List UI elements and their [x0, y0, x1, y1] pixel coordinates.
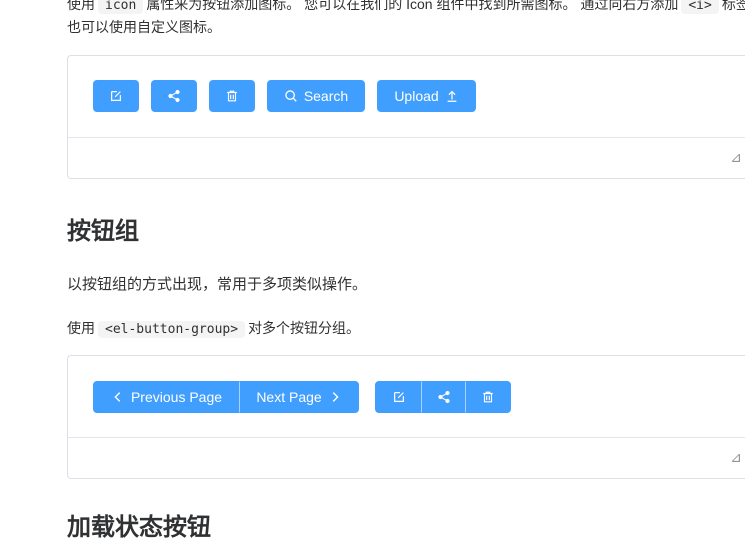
- arrow-right-icon: [332, 392, 339, 402]
- delete-icon: [483, 391, 493, 403]
- search-icon: [285, 90, 297, 102]
- group-delete-button[interactable]: [465, 381, 511, 413]
- demo-divider: [68, 137, 745, 138]
- group-edit-button[interactable]: [375, 381, 422, 413]
- search-button-label: Search: [303, 88, 349, 104]
- intro-text-end: 标签: [721, 0, 745, 12]
- usage-text: 使用: [67, 320, 95, 336]
- delete-button[interactable]: [209, 80, 255, 112]
- intro-text-mid: 属性来为按钮添加图标。 您可以在我们的 Icon 组件中找到所需图标。 通过向右…: [146, 0, 679, 12]
- edit-icon: [111, 91, 121, 101]
- demo-block-group: ⊿: [67, 355, 745, 479]
- group-share-button[interactable]: [421, 381, 466, 413]
- intro-code-icon: icon: [98, 0, 144, 14]
- intro-line-2: 也可以使用自定义图标。: [67, 19, 221, 35]
- search-button[interactable]: Search: [267, 80, 365, 112]
- next-page-label: Next Page: [256, 389, 322, 405]
- usage-code: <el-button-group>: [98, 321, 246, 338]
- section-title-button-group: 按钮组: [67, 218, 139, 245]
- demo-block-icons: ⊿: [67, 55, 745, 179]
- delete-icon: [227, 90, 237, 102]
- code-toggle-icon[interactable]: ⊿: [730, 149, 742, 166]
- share-button[interactable]: [151, 80, 197, 112]
- section-description: 以按钮组的方式出现，常用于多项类似操作。: [67, 276, 368, 293]
- code-toggle-icon[interactable]: ⊿: [730, 449, 742, 466]
- share-icon: [437, 390, 450, 404]
- section-usage: 使用 <el-button-group> 对多个按钮分组。: [67, 318, 360, 340]
- arrow-left-icon: [114, 392, 121, 402]
- upload-button[interactable]: Upload: [377, 80, 476, 112]
- share-icon: [168, 89, 180, 103]
- upload-button-label: Upload: [394, 88, 439, 104]
- demo-divider: [68, 437, 745, 438]
- usage-text-end: 对多个按钮分组。: [248, 320, 361, 336]
- intro-text: 使用: [67, 0, 95, 12]
- next-page-button[interactable]: Next Page: [239, 381, 359, 413]
- upload-icon: [447, 90, 457, 102]
- intro-line-1: 使用 icon 属性来为按钮添加图标。 您可以在我们的 Icon 组件中找到所需图标…: [67, 0, 745, 16]
- edit-button[interactable]: [93, 80, 139, 112]
- previous-page-label: Previous Page: [130, 389, 223, 405]
- section-title-loading: 加载状态按钮: [67, 514, 211, 541]
- intro-code-i: <i>: [681, 0, 719, 14]
- previous-page-button[interactable]: Previous Page: [93, 381, 240, 413]
- edit-icon: [393, 392, 404, 402]
